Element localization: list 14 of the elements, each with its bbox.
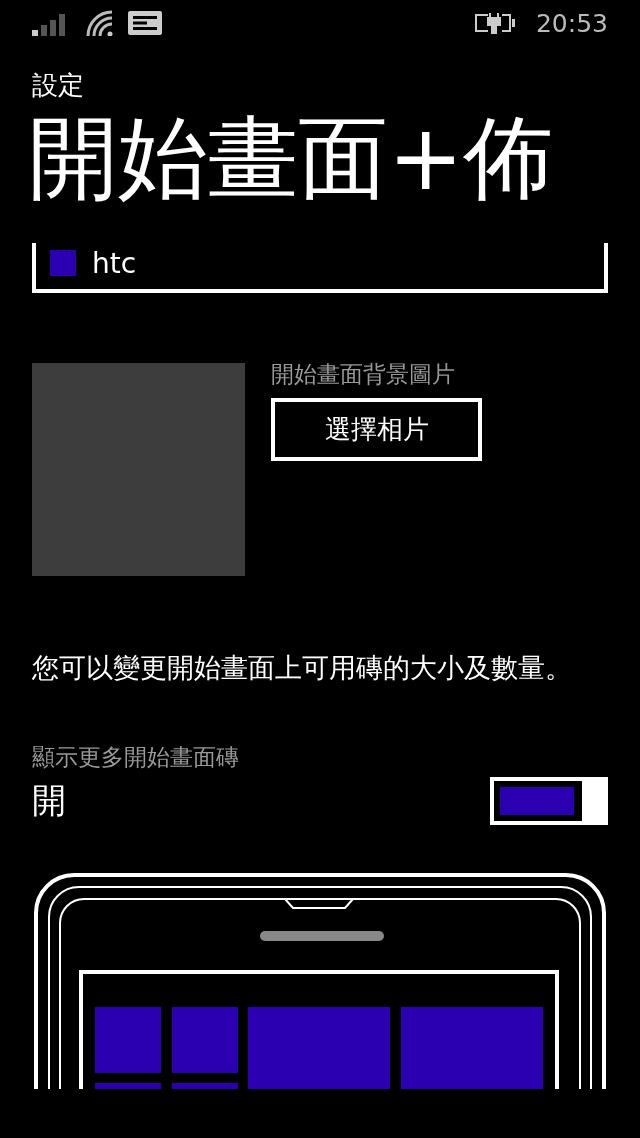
accent-name: htc	[92, 246, 137, 280]
message-icon	[128, 11, 162, 35]
toggle-state-text: 開	[32, 779, 66, 822]
choose-photo-button[interactable]: 選擇相片	[271, 398, 482, 461]
accent-color-picker[interactable]: htc	[32, 243, 608, 293]
battery-charging-icon	[473, 11, 516, 35]
page-title: 開始畫面+佈	[28, 113, 555, 203]
app-title: 設定	[32, 69, 85, 102]
wifi-icon	[86, 10, 114, 36]
more-tiles-label: 顯示更多開始畫面磚	[32, 743, 240, 772]
description-text: 您可以變更開始畫面上可用磚的大小及數量。	[32, 651, 573, 685]
background-label: 開始畫面背景圖片	[271, 360, 455, 389]
clock-time: 20:53	[535, 8, 608, 38]
more-tiles-toggle[interactable]	[490, 777, 608, 825]
